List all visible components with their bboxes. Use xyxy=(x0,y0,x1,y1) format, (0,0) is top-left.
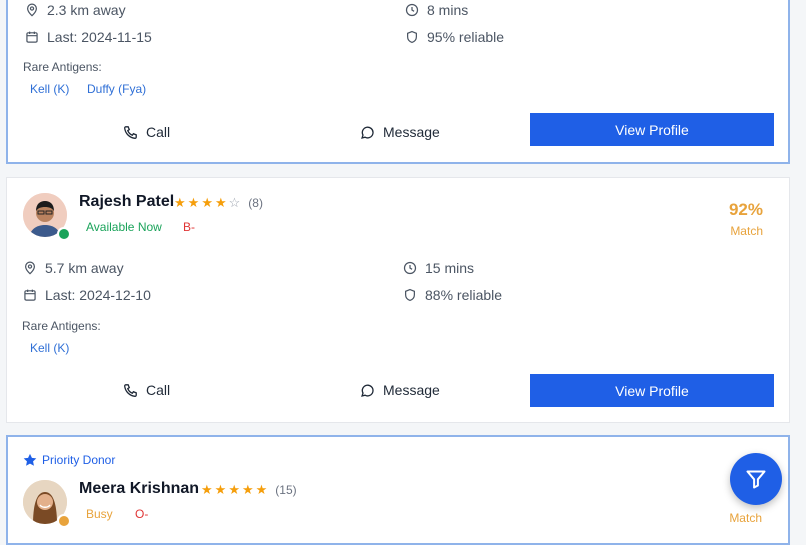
call-label: Call xyxy=(146,124,171,140)
star-icon: ★ xyxy=(228,482,240,497)
call-button[interactable]: Call xyxy=(123,382,170,398)
view-profile-button[interactable]: View Profile xyxy=(530,113,774,146)
view-profile-label: View Profile xyxy=(615,382,689,399)
call-label: Call xyxy=(146,382,171,398)
message-button[interactable]: Message xyxy=(360,124,440,140)
antigen-tag: Kell (K) xyxy=(30,82,70,96)
blood-type: B- xyxy=(183,220,195,234)
star-empty-icon: ☆ xyxy=(228,195,241,210)
distance-info: 5.7 km away xyxy=(23,260,124,276)
map-pin-icon xyxy=(27,3,37,17)
reliability-info: 88% reliable xyxy=(403,287,502,303)
donor-card: Rajesh Patel ★ ★ ★ ★ ☆ (8) Available Now… xyxy=(6,177,790,423)
clock-icon xyxy=(403,261,417,275)
donor-card: Priority Donor Meera Krishnan ★ ★ ★ ★ ★ … xyxy=(6,435,790,545)
chat-bubble-icon xyxy=(361,384,374,397)
reliability-text: 95% reliable xyxy=(427,29,505,45)
star-icon: ★ xyxy=(214,482,227,497)
star-icon: ★ xyxy=(201,195,213,210)
distance-info: 2.3 km away xyxy=(25,2,126,18)
donor-name: Rajesh Patel xyxy=(79,193,175,210)
donor-card: 2.3 km away 8 mins Last: 2024-11-15 95% … xyxy=(6,0,790,164)
last-donation-info: Last: 2024-11-15 xyxy=(25,29,152,45)
star-icon: ★ xyxy=(214,195,227,210)
star-icon: ★ xyxy=(201,482,213,497)
calendar-icon xyxy=(24,289,36,301)
shield-icon xyxy=(407,30,417,44)
shield-icon xyxy=(405,288,415,302)
last-donation-text: Last: 2024-12-10 xyxy=(45,287,151,303)
distance-text: 2.3 km away xyxy=(47,2,126,18)
view-profile-label: View Profile xyxy=(615,121,689,138)
rating-stars: ★ ★ ★ ★ ☆ (8) xyxy=(174,195,263,211)
last-donation-info: Last: 2024-12-10 xyxy=(23,287,151,303)
last-donation-text: Last: 2024-11-15 xyxy=(47,29,152,45)
view-profile-button[interactable]: View Profile xyxy=(530,374,774,407)
star-icon: ★ xyxy=(174,195,186,210)
priority-label: Priority Donor xyxy=(42,453,116,467)
message-label: Message xyxy=(383,124,440,140)
star-icon: ★ xyxy=(241,482,254,497)
rare-antigens-label: Rare Antigens: xyxy=(23,60,102,74)
rating-count: (8) xyxy=(248,196,263,210)
star-icon: ★ xyxy=(255,482,268,497)
eta-info: 15 mins xyxy=(403,260,474,276)
rare-antigens-label: Rare Antigens: xyxy=(22,319,101,333)
star-icon xyxy=(23,453,37,466)
star-icon: ★ xyxy=(187,195,200,210)
eta-text: 15 mins xyxy=(425,260,475,276)
antigen-tag: Duffy (Fya) xyxy=(87,82,147,96)
antigen-tag: Kell (K) xyxy=(30,341,70,355)
eta-info: 8 mins xyxy=(405,2,468,18)
message-button[interactable]: Message xyxy=(360,382,440,398)
match-label: Match xyxy=(729,511,762,525)
status-dot xyxy=(57,514,71,528)
phone-icon xyxy=(124,125,137,139)
status-badge: Busy xyxy=(86,507,113,521)
chat-bubble-icon xyxy=(361,126,374,139)
status-dot xyxy=(57,227,71,241)
priority-badge: Priority Donor xyxy=(23,453,115,467)
phone-icon xyxy=(124,383,137,397)
calendar-icon xyxy=(26,31,38,43)
status-badge: Available Now xyxy=(86,220,162,234)
filter-button[interactable] xyxy=(730,453,782,505)
reliability-info: 95% reliable xyxy=(405,29,504,45)
match-label: Match xyxy=(730,224,763,238)
match-percent: 92% xyxy=(728,200,763,219)
eta-text: 8 mins xyxy=(427,2,469,18)
blood-type: O- xyxy=(135,507,149,521)
rating-count: (15) xyxy=(275,483,297,497)
distance-text: 5.7 km away xyxy=(45,260,124,276)
rating-stars: ★ ★ ★ ★ ★ (15) xyxy=(201,482,297,498)
message-label: Message xyxy=(383,382,440,398)
reliability-text: 88% reliable xyxy=(425,287,503,303)
map-pin-icon xyxy=(25,261,35,275)
call-button[interactable]: Call xyxy=(123,124,170,140)
donor-name: Meera Krishnan xyxy=(79,480,200,497)
clock-icon xyxy=(405,3,419,17)
filter-icon xyxy=(746,470,766,489)
